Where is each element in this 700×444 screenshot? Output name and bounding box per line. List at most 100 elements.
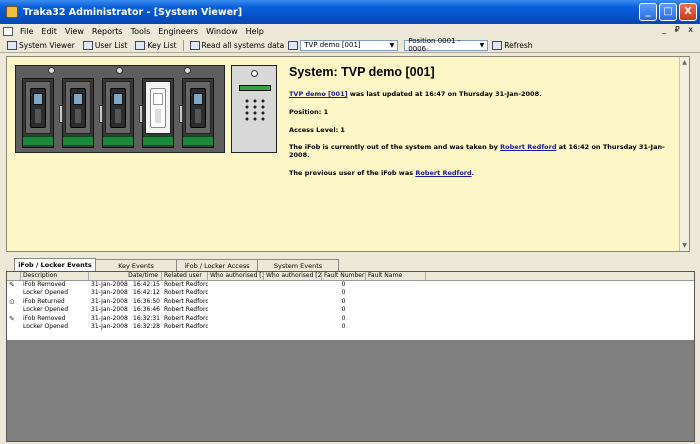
last-updated-detail: was last updated at 16:47 on Thursday 31… — [349, 90, 542, 98]
cell-fault-name — [366, 298, 426, 307]
locker-slot-5[interactable] — [179, 78, 214, 148]
menu-engineers[interactable]: Engineers — [154, 27, 202, 36]
fob-key — [115, 109, 121, 123]
tab-ifob-locker-events[interactable]: iFob / Locker Events — [14, 258, 96, 271]
user-list-label: User List — [94, 40, 128, 50]
locker-slot-1[interactable] — [22, 78, 54, 148]
key-list-label: Key List — [147, 40, 177, 50]
cell-related-user: Robert Redford — [164, 314, 208, 322]
table-row[interactable]: ✎ iFob Removed 31-Jan-2008 16:42:15 Robert R… — [7, 281, 694, 290]
menu-edit[interactable]: Edit — [37, 27, 61, 36]
menu-view[interactable]: View — [61, 27, 88, 36]
tab-ifob-locker-access[interactable]: iFob / Locker Access — [176, 259, 258, 271]
cell-who-authorised-2 — [264, 298, 322, 307]
cell-fault-name — [366, 306, 426, 315]
cell-time: 16:32:28 — [133, 323, 160, 330]
refresh-icon — [492, 40, 503, 50]
system-viewer-label: System Viewer — [19, 40, 75, 50]
col-header-datetime[interactable]: Date/time — [89, 272, 162, 280]
fob-screen — [73, 93, 83, 105]
tab-key-events[interactable]: Key Events — [95, 259, 177, 271]
minimize-button[interactable]: _ — [639, 3, 657, 21]
cell-date: 31-Jan-2008 — [91, 289, 128, 296]
cell-fault-number: 0 — [341, 314, 346, 322]
cell-fault-name — [366, 315, 426, 324]
col-header-description[interactable]: Description — [21, 272, 89, 280]
cell-date: 31-Jan-2008 — [91, 323, 128, 330]
col-header-icon[interactable] — [7, 272, 21, 280]
refresh-button[interactable]: Refresh — [488, 40, 536, 50]
position-select[interactable]: Position 0001 - 0006 ▼ — [404, 37, 489, 53]
menu-help[interactable]: Help — [242, 27, 268, 36]
menu-file[interactable]: File — [16, 27, 37, 36]
fob-screen — [153, 93, 163, 105]
system-info: System: TVP demo [001] TVP demo [001] wa… — [289, 65, 679, 188]
taken-by-user-link[interactable]: Robert Redford — [500, 143, 556, 151]
table-row[interactable]: Locker Opened 31-Jan-2008 16:42:12 Robert R… — [7, 289, 694, 298]
system-viewer-button[interactable]: System Viewer — [3, 40, 79, 50]
scroll-up-icon[interactable]: ▲ — [680, 58, 689, 67]
cell-who-authorised-1 — [208, 306, 264, 315]
screw-icon — [116, 67, 123, 74]
menu-tools[interactable]: Tools — [127, 27, 155, 36]
handle-icon — [179, 105, 183, 123]
fob-key — [35, 109, 41, 123]
previous-user-prefix: The previous user of the iFob was — [289, 168, 414, 177]
table-row[interactable]: Locker Opened 31-Jan-2008 16:32:28 Robert R… — [7, 323, 694, 332]
scroll-down-icon[interactable]: ▼ — [680, 241, 689, 250]
system-link[interactable]: TVP demo [001] — [289, 90, 348, 98]
ifob-removed-icon: ✎ — [9, 314, 15, 323]
system-viewer-icon — [7, 40, 17, 50]
table-row[interactable]: ✎ iFob Removed 31-Jan-2008 16:32:31 Robert R… — [7, 315, 694, 324]
menu-window[interactable]: Window — [202, 27, 242, 36]
cell-fault-number: 0 — [341, 306, 346, 313]
cell-fault-number: 0 — [341, 297, 346, 305]
vertical-scrollbar[interactable]: ▲ ▼ — [679, 57, 689, 251]
col-header-who-authorised-2[interactable]: Who authorised [2] — [264, 272, 322, 280]
col-header-fault-number[interactable]: Fault Number — [322, 272, 366, 280]
control-panel — [231, 65, 277, 153]
cell-date: 31-Jan-2008 — [91, 314, 128, 322]
maximize-button[interactable]: □ — [659, 3, 677, 21]
system-icon — [288, 40, 299, 50]
user-list-button[interactable]: User List — [79, 40, 132, 50]
events-table: Description Date/time Related user Who a… — [7, 272, 694, 340]
cell-time: 16:42:12 — [133, 289, 160, 296]
previous-user-end: . — [471, 168, 475, 177]
tab-system-events[interactable]: System Events — [257, 259, 339, 271]
key-list-button[interactable]: Key List — [131, 40, 180, 50]
cell-description: Locker Opened — [23, 323, 69, 330]
locker-slot-4[interactable] — [139, 78, 174, 148]
table-row[interactable]: Locker Opened 31-Jan-2008 16:36:46 Robert R… — [7, 306, 694, 315]
cell-who-authorised-2 — [264, 281, 322, 290]
locker-slot-3[interactable] — [99, 78, 134, 148]
window-title-bar[interactable]: Traka32 Administrator - [System Viewer] … — [0, 0, 700, 24]
cell-who-authorised-2 — [264, 289, 322, 298]
previous-user-link[interactable]: Robert Redford — [415, 169, 471, 177]
locker-slot-2[interactable] — [59, 78, 94, 148]
cell-description: Locker Opened — [23, 306, 69, 313]
document-icon[interactable] — [3, 26, 13, 36]
read-all-button[interactable]: Read all systems data — [186, 40, 289, 50]
ifob-icon — [110, 88, 126, 128]
col-header-who-authorised-1[interactable]: Who authorised [1] — [208, 272, 264, 280]
lock-indicator — [103, 136, 133, 145]
fob-screen — [113, 93, 123, 105]
system-title: System: TVP demo [001] — [289, 65, 435, 79]
mdi-window-controls[interactable]: _ ₽ x — [662, 25, 696, 34]
cell-fault-name — [366, 281, 426, 290]
ifob-removed-icon: ✎ — [9, 280, 15, 289]
cell-fault-name — [366, 289, 426, 298]
cell-who-authorised-2 — [264, 323, 322, 332]
last-updated-text: TVP demo [001] was last updated at 16:47… — [289, 90, 679, 99]
fob-key — [75, 109, 81, 123]
col-header-related-user[interactable]: Related user — [162, 272, 208, 280]
position-select-value: Position 0001 - 0006 — [408, 37, 461, 53]
table-row[interactable]: ⊙ iFob Returned 31-Jan-2008 16:36:50 Robert … — [7, 298, 694, 307]
close-button[interactable]: X — [679, 3, 697, 21]
system-select[interactable]: TVP demo [001] ▼ — [300, 39, 399, 51]
cell-who-authorised-1 — [208, 289, 264, 298]
menu-reports[interactable]: Reports — [88, 27, 127, 36]
cell-related-user: Robert Redford — [164, 323, 208, 330]
col-header-fault-name[interactable]: Fault Name — [366, 272, 426, 280]
